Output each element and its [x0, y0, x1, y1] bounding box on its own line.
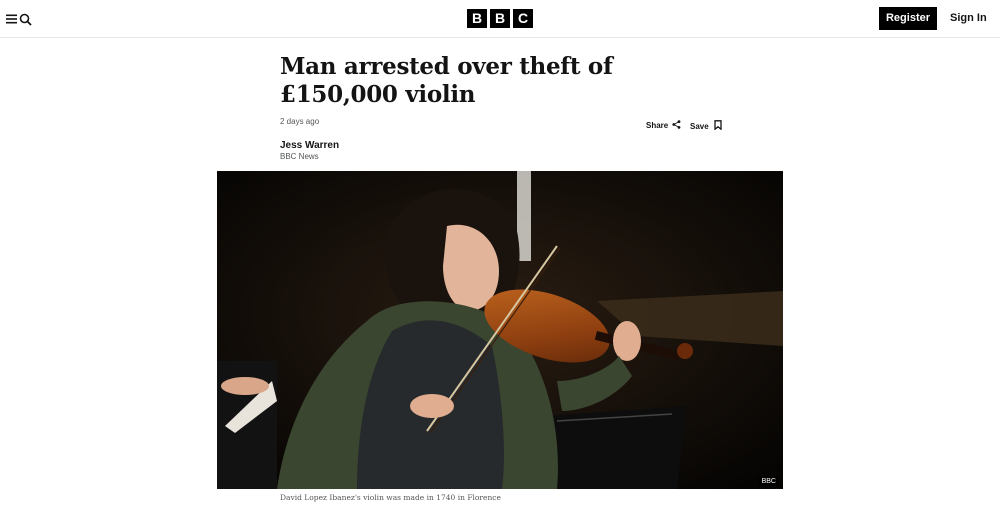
- bbc-logo[interactable]: B B C: [467, 9, 533, 28]
- bookmark-icon: [714, 120, 722, 132]
- author-organisation: BBC News: [280, 152, 319, 161]
- site-header: B B C Register Sign In: [0, 0, 1000, 38]
- sign-in-link[interactable]: Sign In: [950, 7, 987, 30]
- image-caption: David Lopez Ibanez's violin was made in …: [280, 493, 501, 502]
- register-button[interactable]: Register: [879, 7, 937, 30]
- article-headline: Man arrested over theft of £150,000 viol…: [280, 53, 613, 108]
- article-timestamp: 2 days ago: [280, 117, 320, 126]
- share-icon: [672, 120, 681, 131]
- search-icon: [19, 13, 32, 26]
- hamburger-menu-icon: [6, 13, 18, 25]
- image-credit: BBC: [758, 477, 779, 486]
- save-button[interactable]: Save: [690, 120, 722, 132]
- author-name: Jess Warren: [280, 140, 340, 151]
- logo-letter: B: [490, 9, 510, 28]
- share-button[interactable]: Share: [646, 120, 681, 131]
- logo-letter: B: [467, 9, 487, 28]
- logo-letter: C: [513, 9, 533, 28]
- article-photo: BBC: [217, 171, 783, 489]
- save-label: Save: [690, 121, 709, 131]
- menu-search-button[interactable]: [6, 11, 32, 27]
- share-label: Share: [646, 121, 669, 130]
